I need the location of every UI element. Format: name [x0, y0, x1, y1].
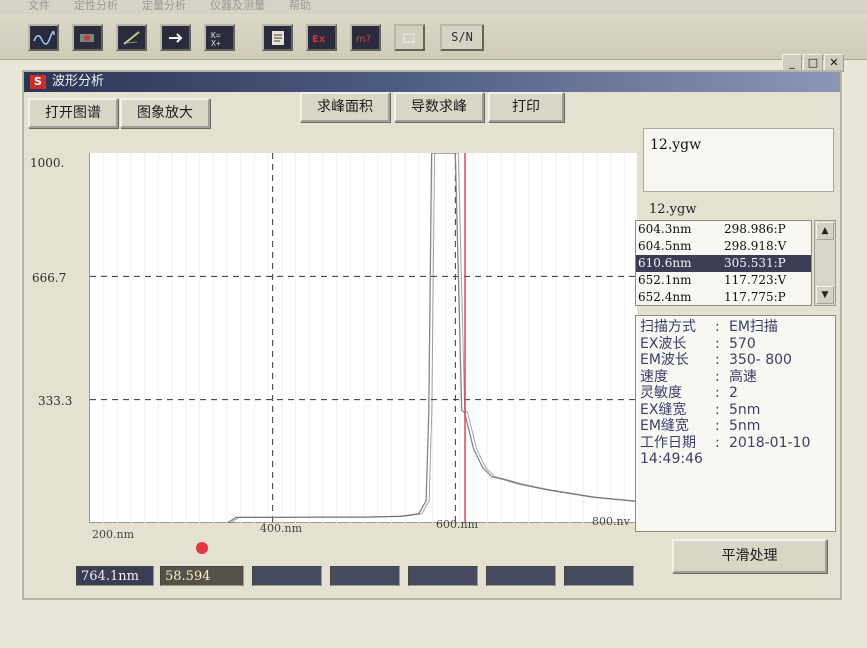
svg-text:m?: m? [356, 34, 371, 45]
spectrum-button[interactable] [28, 24, 59, 51]
scan-info-box: 扫描方式: EM扫描 EX波长:570 EM波长:350- 800 速度: 高速 灵… [635, 315, 836, 532]
info-row: EX缝宽:5nm [640, 401, 761, 418]
info-row: 灵敏度:2 [640, 385, 738, 401]
open-spectrum-button[interactable]: 打开图谱 [28, 98, 118, 128]
list-item[interactable]: 652.1nm 117.723:V [636, 272, 811, 289]
info-row: 工作日期:2018-01-10 [640, 434, 811, 451]
svg-text:X+: X+ [211, 39, 221, 47]
readout-slot [408, 566, 478, 586]
measure-button[interactable] [116, 24, 147, 51]
x-tick-label: 600.nm [436, 518, 479, 531]
readout-slot [564, 566, 634, 586]
menu-qualitative[interactable]: 定性分析 [74, 0, 118, 14]
y-tick-label: 1000. [30, 156, 65, 170]
derivative-peak-button[interactable]: 导数求峰 [394, 92, 484, 122]
wavelength-readout: 764.1nm [76, 566, 154, 586]
list-item[interactable]: 604.5nm 298.918:V [636, 238, 811, 255]
readout-slot [486, 566, 556, 586]
info-row: EM缝宽:5nm [640, 418, 761, 434]
scan-icon [80, 34, 94, 42]
y-tick-label: 666.7 [32, 271, 67, 285]
list-item[interactable]: 652.4nm 117.775:P [636, 289, 811, 305]
doc-icon [272, 31, 284, 45]
peak-list-label: 12.ygw [646, 202, 700, 217]
menu-quantitative[interactable]: 定量分析 [142, 0, 186, 14]
list-item-selected[interactable]: 610.6nm 305.531:P [636, 255, 811, 272]
grid-icon: K=X+ [211, 31, 221, 47]
em-button[interactable]: m? [350, 24, 381, 51]
blank-button[interactable] [394, 24, 425, 51]
file-name-box: 12.ygw [643, 128, 834, 192]
info-row: EM波长:350- 800 [640, 352, 792, 368]
measure-icon [123, 31, 140, 45]
value-readout: 58.594 [160, 566, 244, 586]
blank-icon [403, 33, 415, 43]
waveform-analysis-window: S 波形分析 打开图谱 图象放大 求峰面积 导数求峰 打印 1000. 666.… [22, 70, 842, 600]
scroll-down-button[interactable]: ▼ [816, 286, 834, 304]
menu-bar: 文件 定性分析 定量分析 仪器及测量 帮助 [0, 0, 867, 14]
sn-button[interactable]: S/N [440, 24, 484, 51]
spectrum-icon [33, 30, 55, 45]
info-row: EX波长:570 [640, 335, 756, 352]
peak-list-scrollbar[interactable]: ▲ ▼ [814, 220, 836, 306]
y-tick-label: 333.3 [38, 394, 73, 408]
ex-button[interactable]: Ex [306, 24, 337, 51]
scroll-up-button[interactable]: ▲ [816, 222, 834, 240]
peak-area-button[interactable]: 求峰面积 [300, 92, 390, 122]
scan-button[interactable] [72, 24, 103, 51]
menu-file[interactable]: 文件 [28, 0, 50, 14]
window-titlebar: S 波形分析 [24, 72, 840, 92]
readout-slot [252, 566, 322, 586]
x-tick-label: 800.nv [592, 515, 630, 528]
grid-button[interactable]: K= X+ [204, 24, 235, 51]
zoom-button[interactable]: 图象放大 [120, 98, 210, 128]
spectrum-plot[interactable] [89, 153, 638, 523]
spectrum-line-shadow [229, 153, 638, 523]
peak-list[interactable]: 604.3nm 298.986:P 604.5nm 298.918:V 610.6n… [635, 220, 812, 306]
window-title: 波形分析 [52, 74, 105, 89]
menu-help[interactable]: 帮助 [289, 0, 311, 14]
x-tick-label: 200.nm [92, 528, 135, 541]
scan-time: 14:49:46 [640, 451, 703, 467]
x-tick-label: 400.nm [260, 522, 303, 535]
arrow-button[interactable] [160, 24, 191, 51]
info-row: 扫描方式: EM扫描 [640, 319, 778, 335]
print-button[interactable]: 打印 [488, 92, 564, 122]
ex-icon: Ex [312, 34, 326, 45]
smooth-button[interactable]: 平滑处理 [672, 539, 827, 573]
readout-slot [330, 566, 400, 586]
em-icon: m? [356, 34, 371, 45]
toolbar: K= X+ Ex m? S/N [0, 14, 867, 60]
doc-button[interactable] [262, 24, 293, 51]
app-icon: S [30, 75, 46, 89]
list-item[interactable]: 604.3nm 298.986:P [636, 221, 811, 238]
spectrum-svg [90, 153, 638, 523]
cursor-marker-dot [196, 542, 208, 554]
info-row: 速度: 高速 [640, 368, 757, 385]
menu-instrument[interactable]: 仪器及测量 [210, 0, 265, 14]
arrow-icon [169, 33, 183, 43]
svg-text:Ex: Ex [312, 34, 326, 45]
